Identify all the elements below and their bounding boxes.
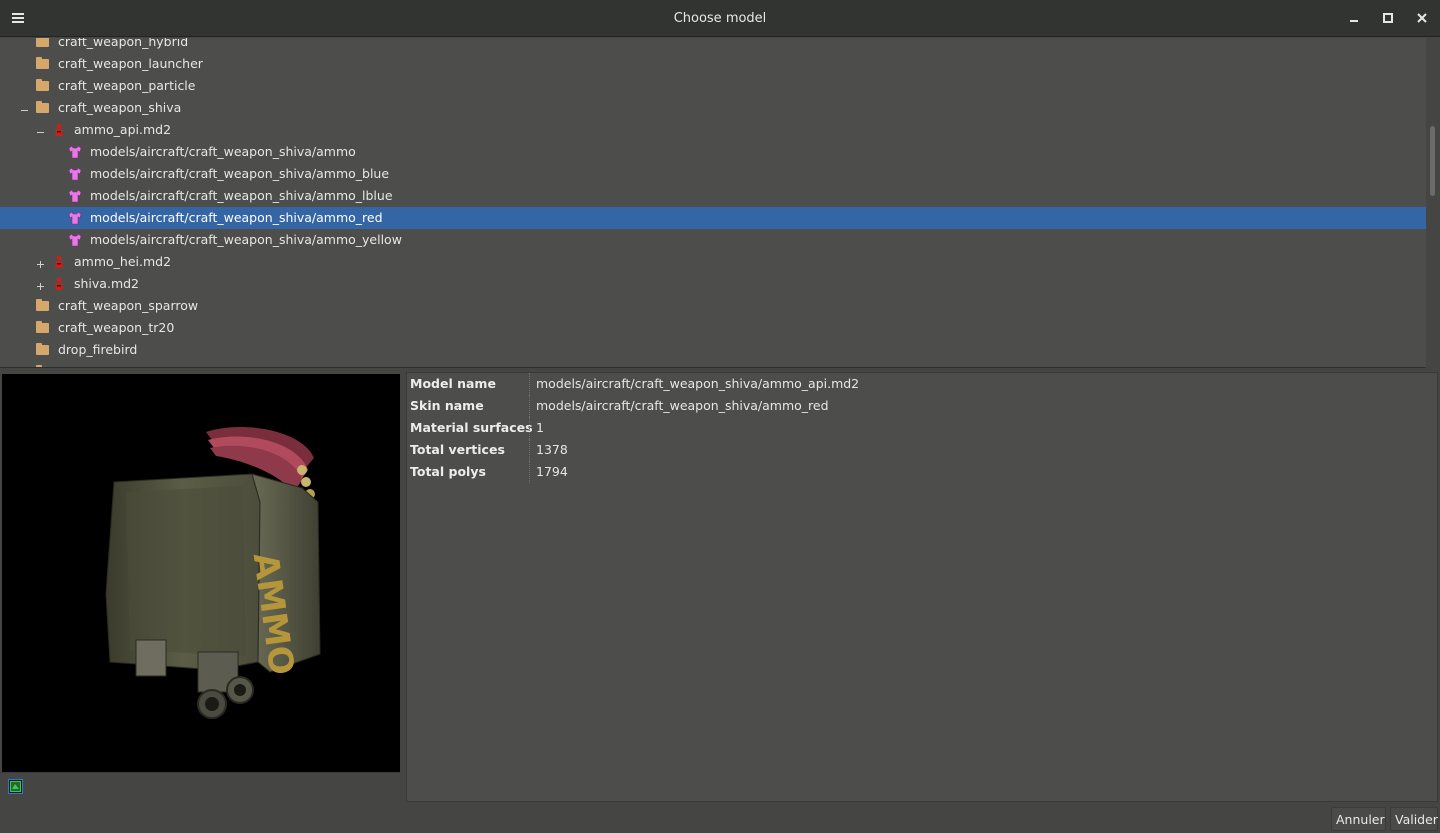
skin-icon	[68, 211, 82, 225]
tree-row-label: craft_weapon_hybrid	[58, 38, 189, 49]
info-separator	[529, 395, 530, 417]
model-icon	[52, 277, 66, 291]
expand-icon[interactable]	[36, 257, 45, 268]
model-icon	[52, 123, 66, 137]
info-row: Skin name models/aircraft/craft_weapon_sh…	[407, 395, 1437, 417]
info-value: 1794	[536, 464, 568, 479]
view-mode-icon[interactable]	[8, 779, 23, 794]
tree-row[interactable]: craft_weapon_shiva	[0, 97, 1426, 119]
tree-row[interactable]: craft_weapon_sparrow	[0, 295, 1426, 317]
folder-icon	[36, 79, 50, 93]
window-title: Choose model	[673, 11, 767, 26]
tree-scrollbar[interactable]	[1426, 38, 1440, 368]
tree-row[interactable]: craft_weapon_particle	[0, 75, 1426, 97]
tree-row[interactable]: drop_firebird	[0, 339, 1426, 361]
maximize-icon[interactable]	[1377, 8, 1399, 28]
scrollbar-thumb[interactable]	[1430, 126, 1435, 196]
skin-icon	[68, 233, 82, 247]
tree-row-label: ammo_api.md2	[74, 122, 172, 137]
tree-row-label: models/aircraft/craft_weapon_shiva/ammo_…	[90, 232, 402, 247]
tree-row-label: craft_weapon_sparrow	[58, 298, 199, 313]
info-key: Model name	[410, 376, 496, 391]
dialog-footer: Annuler Valider	[0, 802, 1440, 833]
info-value: 1378	[536, 442, 568, 457]
tree-row[interactable]: craft_weapon_launcher	[0, 53, 1426, 75]
model-info-table: Model name models/aircraft/craft_weapon_s…	[406, 372, 1438, 802]
preview-toolbar	[0, 772, 402, 801]
title-bar: Choose model	[0, 0, 1440, 37]
info-key: Total vertices	[410, 442, 505, 457]
ok-button[interactable]: Valider	[1390, 807, 1438, 831]
model-preview[interactable]: AMMO	[2, 374, 400, 772]
tree-row-label: drop_firebird	[58, 342, 138, 357]
tree-row-label: shiva.md2	[74, 276, 140, 291]
ammo-box: AMMO	[105, 473, 321, 719]
close-icon[interactable]	[1411, 8, 1433, 28]
info-separator	[529, 373, 530, 395]
skin-icon	[68, 167, 82, 181]
tree-row[interactable]: ammo_api.md2	[0, 119, 1426, 141]
minimize-icon[interactable]	[1343, 8, 1365, 28]
info-key: Material surfaces	[410, 420, 533, 435]
tree-row[interactable]: models/aircraft/craft_weapon_shiva/ammo_…	[0, 229, 1426, 251]
tree-row-label: craft_weapon_launcher	[58, 56, 203, 71]
tree-row[interactable]: craft_weapon_hybrid	[0, 38, 1426, 53]
folder-icon	[36, 299, 50, 313]
info-key: Total polys	[410, 464, 486, 479]
folder-icon	[36, 101, 50, 115]
tree-row-label: models/aircraft/craft_weapon_shiva/ammo_…	[90, 188, 393, 203]
tree-row-label: models/aircraft/craft_weapon_shiva/ammo_…	[90, 166, 390, 181]
folder-icon	[36, 365, 50, 367]
tree-row[interactable]: models/aircraft/craft_weapon_shiva/ammo	[0, 141, 1426, 163]
info-value: 1	[536, 420, 544, 435]
tree-row-label: ammo_hei.md2	[74, 254, 172, 269]
cancel-button[interactable]: Annuler	[1331, 807, 1386, 831]
tree-row-label: craft_weapon_tr20	[58, 320, 175, 335]
tree-row[interactable]: models/aircraft/craft_weapon_shiva/ammo_…	[0, 163, 1426, 185]
folder-icon	[36, 57, 50, 71]
skin-icon	[68, 189, 82, 203]
tree-row[interactable]: craft_weapon_tr20	[0, 317, 1426, 339]
tree-row-label: craft_weapon_particle	[58, 78, 196, 93]
info-separator	[529, 439, 530, 461]
info-separator	[529, 461, 530, 483]
ok-button-label: Valider	[1395, 812, 1438, 827]
tree-row[interactable]: models/aircraft/craft_weapon_shiva/ammo_…	[0, 207, 1426, 229]
cancel-button-label: Annuler	[1336, 812, 1385, 827]
tree-row[interactable]: ammo_hei.md2	[0, 251, 1426, 273]
info-separator	[529, 417, 530, 439]
collapse-icon[interactable]	[36, 125, 45, 134]
model-tree[interactable]: craft_weapon_hybrid craft_weapon_launcher…	[0, 38, 1440, 368]
tree-row[interactable]	[0, 361, 1426, 367]
info-key: Skin name	[410, 398, 484, 413]
info-value: models/aircraft/craft_weapon_shiva/ammo_…	[536, 398, 829, 413]
info-row: Material surfaces 1	[407, 417, 1437, 439]
skin-icon	[68, 145, 82, 159]
model-icon	[52, 255, 66, 269]
folder-icon	[36, 321, 50, 335]
folder-icon	[36, 38, 50, 49]
info-row: Total polys 1794	[407, 461, 1437, 483]
tree-row-label: craft_weapon_shiva	[58, 100, 182, 115]
expand-icon[interactable]	[36, 279, 45, 290]
collapse-icon[interactable]	[20, 103, 29, 112]
tree-row-label: models/aircraft/craft_weapon_shiva/ammo	[90, 144, 356, 159]
info-row: Model name models/aircraft/craft_weapon_s…	[407, 373, 1437, 395]
folder-icon	[36, 343, 50, 357]
tree-row[interactable]: shiva.md2	[0, 273, 1426, 295]
tree-row[interactable]: models/aircraft/craft_weapon_shiva/ammo_…	[0, 185, 1426, 207]
info-value: models/aircraft/craft_weapon_shiva/ammo_…	[536, 376, 860, 391]
tree-row-label: models/aircraft/craft_weapon_shiva/ammo_…	[90, 210, 383, 225]
info-row: Total vertices 1378	[407, 439, 1437, 461]
